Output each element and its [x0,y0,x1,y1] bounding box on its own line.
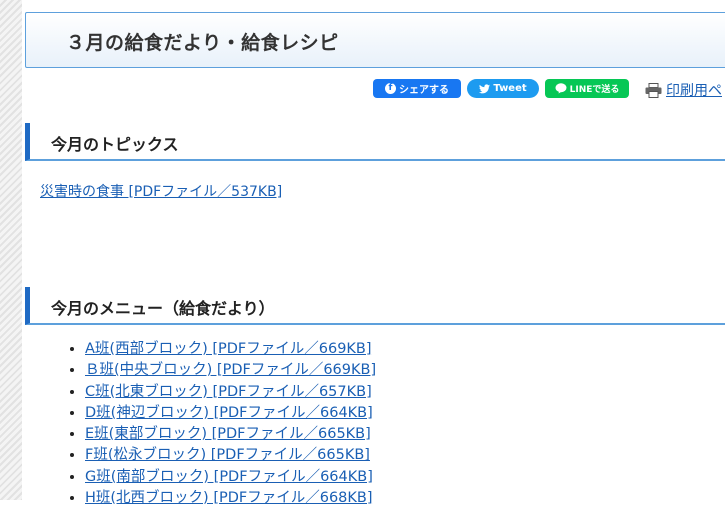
menu-link-e[interactable]: E班(東部ブロック) [PDFファイル／665KB] [85,426,371,442]
menu-list: A班(西部ブロック) [PDFファイル／669KB] Ｂ班(中央ブロック) [P… [55,339,376,509]
facebook-share-button[interactable]: f シェアする [373,79,461,98]
list-item: D班(神辺ブロック) [PDFファイル／664KB] [85,403,376,424]
tweet-button[interactable]: Tweet [467,79,539,98]
menu-link-f[interactable]: F班(松永ブロック) [PDFファイル／665KB] [85,447,370,463]
line-share-label: LINEで送る [569,85,620,95]
line-share-button[interactable]: LINEで送る [545,79,629,98]
facebook-share-label: シェアする [399,85,449,96]
tweet-label: Tweet [493,83,527,94]
list-item: H班(北西ブロック) [PDFファイル／668KB] [85,488,376,509]
menu-link-g[interactable]: G班(南部ブロック) [PDFファイル／664KB] [85,469,373,485]
facebook-icon: f [385,83,396,94]
topics-section-heading: 今月のトピックス [25,123,725,161]
print-link-label[interactable]: 印刷用ペ [666,80,722,100]
menu-heading: 今月のメニュー（給食だより） [51,299,275,318]
twitter-bird-icon [479,83,491,93]
print-link[interactable]: 印刷用ペ [645,80,722,100]
page-title: ３月の給食だより・給食レシピ [66,32,339,54]
list-item: F班(松永ブロック) [PDFファイル／665KB] [85,445,376,466]
list-item: G班(南部ブロック) [PDFファイル／664KB] [85,467,376,488]
list-item: E班(東部ブロック) [PDFファイル／665KB] [85,424,376,445]
menu-link-h[interactable]: H班(北西ブロック) [PDFファイル／668KB] [85,490,373,506]
menu-section-heading: 今月のメニュー（給食だより） [25,287,725,325]
printer-icon [645,82,662,98]
page-title-box: ３月の給食だより・給食レシピ [25,12,725,68]
menu-link-b[interactable]: Ｂ班(中央ブロック) [PDFファイル／669KB] [85,362,376,378]
left-decorative-stripe [0,0,22,500]
list-item: Ｂ班(中央ブロック) [PDFファイル／669KB] [85,360,376,381]
menu-link-d[interactable]: D班(神辺ブロック) [PDFファイル／664KB] [85,405,373,421]
menu-link-c[interactable]: C班(北東ブロック) [PDFファイル／657KB] [85,384,372,400]
list-item: A班(西部ブロック) [PDFファイル／669KB] [85,339,376,360]
topics-heading: 今月のトピックス [51,135,179,154]
line-icon [555,83,567,94]
menu-link-a[interactable]: A班(西部ブロック) [PDFファイル／669KB] [85,341,372,357]
topic-link-disaster-meals[interactable]: 災害時の食事 [PDFファイル／537KB] [40,181,282,201]
list-item: C班(北東ブロック) [PDFファイル／657KB] [85,382,376,403]
